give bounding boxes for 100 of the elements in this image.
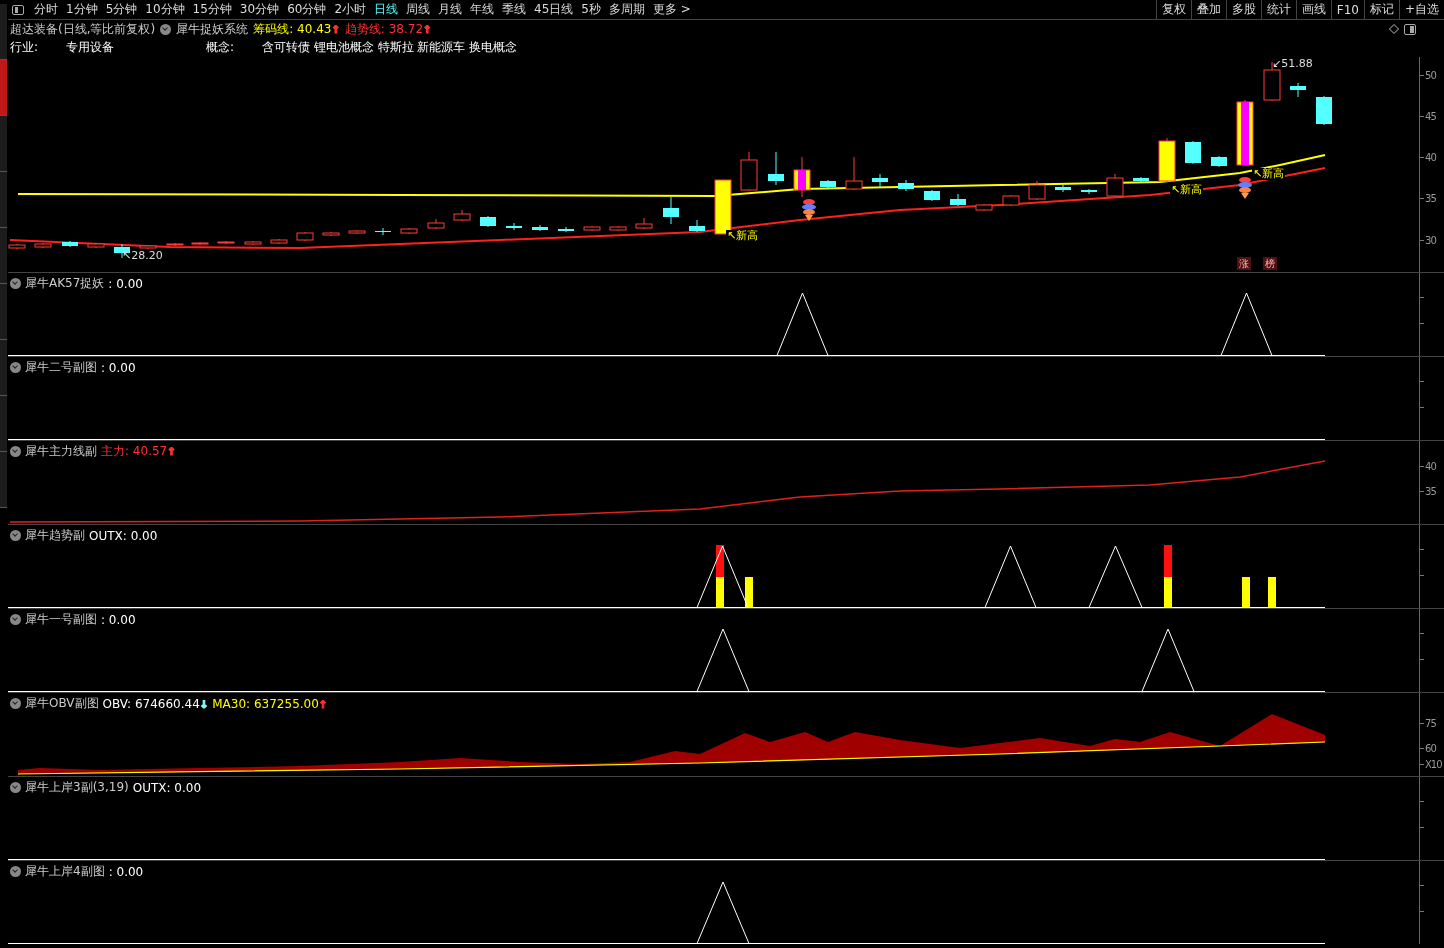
candlestick: [740, 151, 758, 192]
candlestick: [87, 242, 105, 249]
indicator-value: : 0.00: [101, 360, 136, 375]
indicator-value: : 0.00: [108, 864, 144, 879]
indicator-value: : 0.00: [101, 612, 136, 627]
period-tab[interactable]: 周线: [402, 0, 435, 19]
peak-signal-line: [696, 881, 750, 944]
new-high-label: ↖新高: [726, 230, 760, 242]
toolbar-button[interactable]: 叠加: [1190, 0, 1226, 19]
period-tab[interactable]: 年线: [466, 0, 499, 19]
collapse-icon[interactable]: [10, 782, 21, 793]
period-tab[interactable]: 2小时: [330, 0, 371, 19]
candlestick: [1002, 194, 1020, 207]
panel-toggle-icon[interactable]: [1404, 23, 1416, 35]
candlestick: [244, 240, 262, 246]
candlestick: [1133, 176, 1149, 183]
peak-signal-line: [1141, 628, 1195, 692]
period-tab[interactable]: 45日线: [530, 0, 578, 19]
candlestick: [62, 240, 78, 248]
peak-signal-line: [1220, 292, 1273, 356]
candlestick: [689, 219, 705, 233]
period-tab[interactable]: 季线: [498, 0, 531, 19]
peak-signal-line: [1088, 545, 1143, 608]
collapse-icon[interactable]: [160, 23, 172, 35]
lantern-icon: [802, 199, 816, 221]
toolbar-button[interactable]: +自选: [1398, 0, 1444, 19]
industry-value: 专用设备: [66, 39, 115, 56]
axis-label: 40: [1425, 152, 1436, 163]
candlestick: [1055, 184, 1071, 193]
candlestick: [635, 217, 653, 230]
toolbar-button[interactable]: F10: [1330, 0, 1364, 19]
candlestick: [139, 244, 157, 250]
candlestick: [1081, 188, 1097, 195]
period-tab[interactable]: 5秒: [577, 0, 605, 19]
collapse-icon[interactable]: [10, 362, 21, 373]
candlestick: [1106, 173, 1124, 198]
period-tab[interactable]: 月线: [434, 0, 467, 19]
peak-signal-line: [776, 292, 829, 356]
diamond-icon[interactable]: [1389, 24, 1399, 34]
candlestick: [1185, 140, 1201, 165]
candlestick: [1316, 95, 1332, 126]
candlestick: [296, 231, 314, 242]
period-tab[interactable]: 更多 >: [648, 0, 695, 19]
candlestick: [663, 196, 679, 225]
indicator-name: 犀牛AK57捉妖: [25, 275, 105, 292]
low-price-label: ↖28.20: [122, 249, 163, 262]
toolbar-button[interactable]: 多股: [1225, 0, 1261, 19]
candlestick: [872, 173, 888, 189]
candlestick: [1158, 137, 1176, 183]
period-tab[interactable]: 15分钟: [188, 0, 236, 19]
indicator-name: 犀牛主力线副: [25, 443, 97, 460]
collapse-icon[interactable]: [10, 278, 21, 289]
candlestick: [270, 238, 288, 245]
period-tab[interactable]: 多周期: [604, 0, 649, 19]
candlestick: [375, 227, 391, 236]
indicator-value: OUTX: 0.00: [89, 528, 158, 543]
signal-bar: [745, 577, 753, 608]
collapse-icon[interactable]: [10, 866, 21, 877]
new-high-label: ↖新高: [1252, 168, 1286, 180]
indicator-value: 筹码线: 40.43↑: [253, 20, 340, 38]
period-tab[interactable]: 10分钟: [141, 0, 189, 19]
list-badge: 涨: [1237, 257, 1251, 270]
indicator-name: 犀牛一号副图: [25, 611, 97, 628]
toolbar-button[interactable]: 画线: [1295, 0, 1331, 19]
period-tab[interactable]: 日线: [370, 0, 403, 19]
axis-label: 50: [1425, 69, 1436, 81]
indicator-name: 犀牛捉妖系统: [176, 20, 249, 38]
period-tab[interactable]: 分时: [30, 0, 62, 19]
candlestick: [1290, 82, 1306, 98]
collapse-icon[interactable]: [10, 446, 21, 457]
toolbar-button[interactable]: 统计: [1260, 0, 1296, 19]
peak-signal-line: [696, 545, 749, 608]
candlestick: [1236, 99, 1254, 167]
candlestick: [453, 209, 471, 222]
indicator-value: : 0.00: [108, 276, 143, 291]
toolbar-button[interactable]: 复权: [1155, 0, 1191, 19]
indicator-name: 犀牛上岸3副(3,19): [25, 779, 129, 796]
concept-list: 含可转债 锂电池概念 特斯拉 新能源车 换电概念: [262, 39, 518, 56]
indicator-name: 犀牛OBV副图: [25, 695, 99, 712]
collapse-icon[interactable]: [10, 698, 21, 709]
collapse-icon[interactable]: [10, 530, 21, 541]
indicator-value: OUTX: 0.00: [132, 780, 202, 795]
period-tab[interactable]: 30分钟: [235, 0, 284, 19]
candlestick: [768, 151, 784, 186]
candlestick: [1211, 155, 1227, 168]
candlestick: [898, 179, 914, 192]
axis-label: 60: [1425, 742, 1436, 754]
candlestick: [793, 156, 811, 198]
period-tab[interactable]: 5分钟: [101, 0, 142, 19]
period-tab[interactable]: 60分钟: [283, 0, 331, 19]
candlestick: [34, 242, 52, 249]
candlestick: [506, 222, 522, 231]
stock-title: 超达装备(日线,等比前复权): [10, 20, 156, 38]
candlestick: [348, 229, 366, 235]
sidebar-toggle-icon[interactable]: [12, 4, 24, 15]
candlestick: [924, 189, 940, 202]
toolbar-button[interactable]: 标记: [1363, 0, 1399, 19]
period-tab[interactable]: 1分钟: [62, 0, 102, 19]
collapse-icon[interactable]: [10, 614, 21, 625]
indicator-name: 犀牛上岸4副图: [25, 863, 105, 880]
